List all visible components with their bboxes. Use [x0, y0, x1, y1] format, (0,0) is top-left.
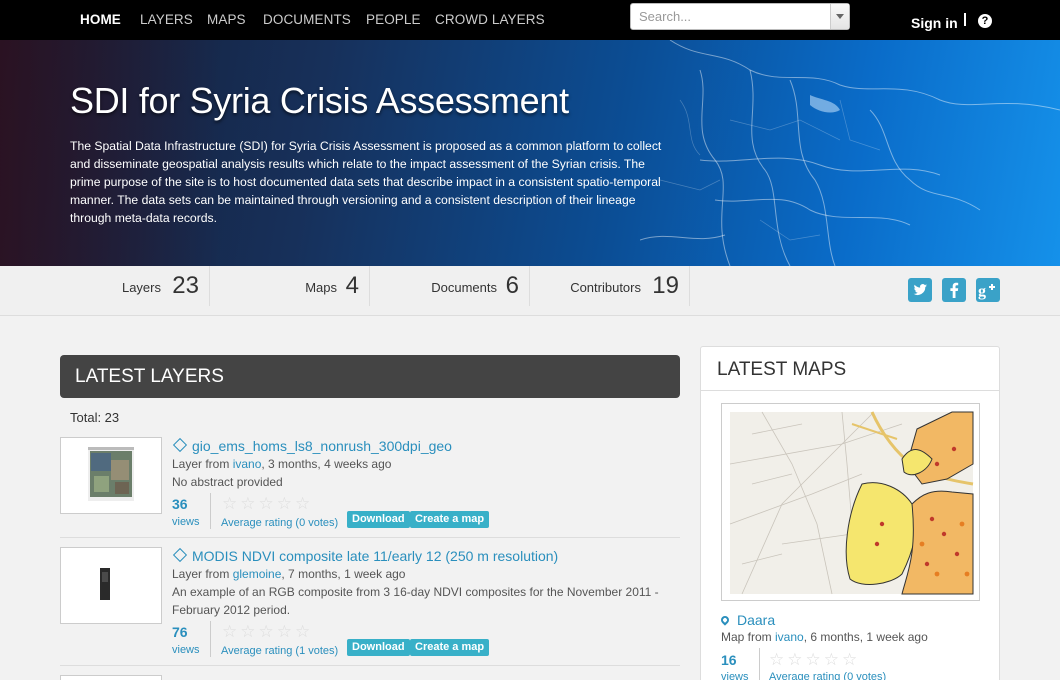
map-thumbnail[interactable] [721, 403, 980, 601]
help-icon[interactable]: ? [978, 14, 992, 28]
meta-prefix: Layer from [172, 457, 233, 471]
layer-abstract: An example of an RGB composite from 3 16… [172, 585, 659, 617]
google-plus-icon[interactable]: g [976, 278, 1000, 302]
divider [210, 493, 211, 529]
search-input[interactable] [631, 4, 829, 29]
nav-people[interactable]: PEOPLE [366, 12, 421, 27]
top-navbar: HOME LAYERS MAPS DOCUMENTS PEOPLE CROWD … [0, 0, 1060, 40]
search-box [630, 3, 850, 30]
nav-documents[interactable]: DOCUMENTS [263, 12, 351, 27]
syria-map-outline [640, 40, 1060, 266]
layer-title-link[interactable]: gio_ems_homs_ls8_nonrush_300dpi_geo [172, 438, 452, 454]
meta-prefix: Map from [721, 630, 776, 644]
layer-thumbnail[interactable] [60, 437, 162, 514]
sign-in-link[interactable]: Sign in [911, 15, 958, 31]
meta-prefix: Layer from [172, 567, 233, 581]
views-label: views [721, 671, 749, 680]
layer-title-link[interactable]: MODIS NDVI composite late 11/early 12 (2… [172, 548, 558, 564]
hero-banner: SDI for Syria Crisis Assessment The Spat… [0, 40, 1060, 266]
item-separator [60, 537, 680, 538]
chevron-down-icon[interactable] [830, 4, 849, 29]
map-meta: Map from ivano, 6 months, 1 week ago [721, 630, 928, 644]
map-name: Daara [737, 612, 776, 628]
item-separator [60, 665, 680, 666]
stat-contributors[interactable]: Contributors 19 [530, 266, 690, 306]
layer-thumbnail[interactable] [60, 675, 162, 680]
stat-maps[interactable]: Maps 4 [210, 266, 370, 306]
map-title-link[interactable]: Daara [719, 612, 776, 628]
stat-layers[interactable]: Layers 23 [50, 266, 210, 306]
meta-suffix: , 3 months, 4 weeks ago [261, 457, 392, 471]
latest-maps-panel: LATEST MAPS Daara Map from ivano, 6 mont… [700, 346, 1000, 680]
map-pin-icon [719, 614, 731, 626]
stats-bar: Layers 23 Maps 4 Documents 6 Contributor… [0, 266, 1060, 316]
rating-stars[interactable]: ☆☆☆☆☆ [222, 494, 313, 514]
create-map-button[interactable]: Create a map [410, 511, 490, 528]
facebook-icon[interactable] [942, 278, 966, 302]
views-count: 76 [172, 624, 188, 640]
views-label: views [172, 516, 200, 528]
average-rating-link[interactable]: Average rating (0 votes) [221, 517, 338, 529]
rating-stars[interactable]: ☆☆☆☆☆ [222, 622, 313, 642]
nav-home[interactable]: HOME [80, 12, 121, 27]
site-description: The Spatial Data Infrastructure (SDI) fo… [70, 139, 662, 225]
download-button[interactable]: Download [347, 639, 410, 656]
owner-link[interactable]: ivano [233, 457, 262, 471]
average-rating-link[interactable]: Average rating (1 votes) [221, 645, 338, 657]
nav-divider [964, 13, 966, 26]
stat-label: Contributors [570, 280, 641, 295]
stat-label: Maps [305, 280, 337, 295]
rating-stars[interactable]: ☆☆☆☆☆ [769, 650, 860, 670]
views-count: 16 [721, 652, 737, 668]
layer-abstract: No abstract provided [172, 475, 283, 489]
layer-meta: Layer from ivano, 3 months, 4 weeks ago [172, 457, 391, 471]
latest-layers-header: LATEST LAYERS [60, 355, 680, 398]
owner-link[interactable]: ivano [775, 630, 804, 644]
latest-layers-title: LATEST LAYERS [75, 366, 224, 387]
divider [759, 648, 760, 680]
nav-crowd-layers[interactable]: CROWD LAYERS [435, 12, 545, 27]
nav-layers[interactable]: LAYERS [140, 12, 193, 27]
layers-total: Total: 23 [70, 410, 120, 425]
layer-thumbnail[interactable] [60, 547, 162, 624]
nav-maps[interactable]: MAPS [207, 12, 246, 27]
meta-suffix: , 6 months, 1 week ago [803, 630, 928, 644]
stat-documents[interactable]: Documents 6 [370, 266, 530, 306]
average-rating-link[interactable]: Average rating (0 votes) [769, 671, 886, 680]
create-map-button[interactable]: Create a map [410, 639, 490, 656]
stat-value: 23 [172, 272, 199, 299]
twitter-icon[interactable] [908, 278, 932, 302]
page-title: SDI for Syria Crisis Assessment [70, 80, 569, 121]
views-label: views [172, 644, 200, 656]
divider [701, 390, 999, 391]
stat-value: 19 [652, 272, 679, 299]
meta-suffix: , 7 months, 1 week ago [281, 567, 406, 581]
layer-meta: Layer from glemoine, 7 months, 1 week ag… [172, 567, 405, 581]
stat-label: Layers [121, 280, 161, 295]
owner-link[interactable]: glemoine [233, 567, 282, 581]
divider [210, 621, 211, 657]
download-button[interactable]: Download [347, 511, 410, 528]
views-count: 36 [172, 496, 188, 512]
svg-text:g: g [978, 283, 986, 300]
latest-maps-title: LATEST MAPS [717, 359, 847, 380]
stat-label: Documents [431, 280, 497, 295]
stat-value: 4 [345, 272, 359, 299]
stat-value: 6 [505, 272, 519, 299]
